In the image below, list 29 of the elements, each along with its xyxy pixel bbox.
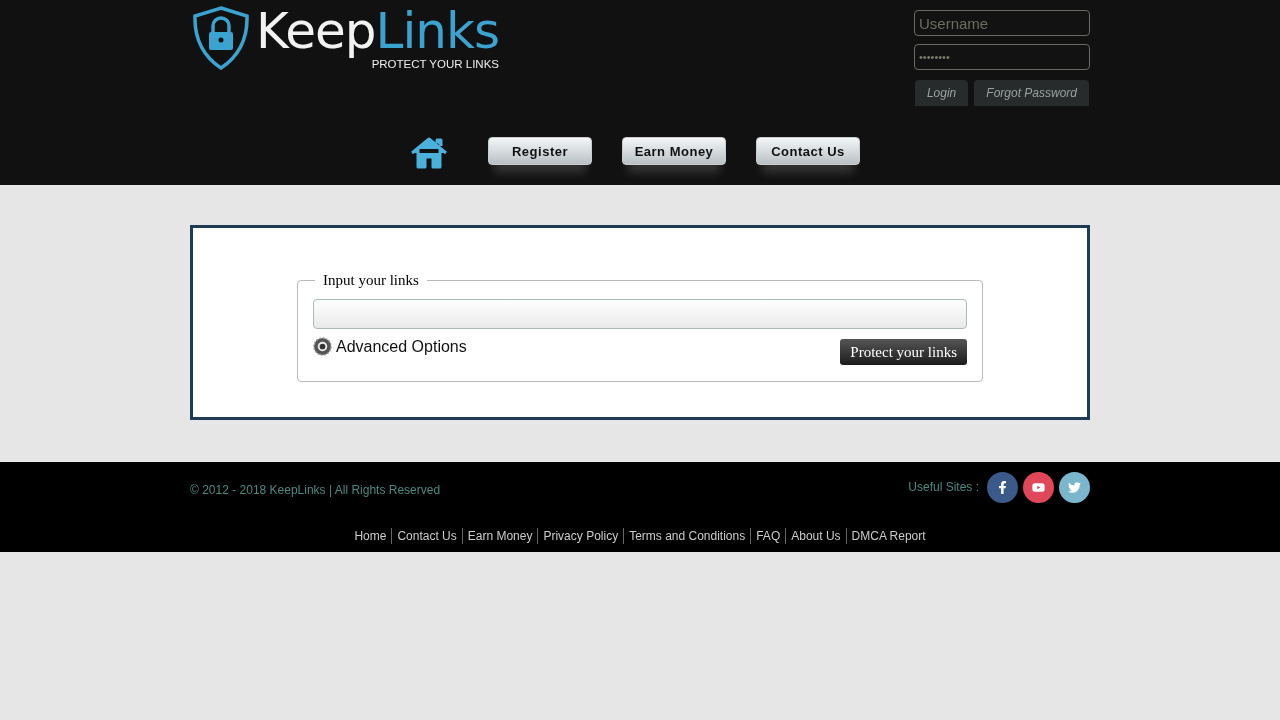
nav-button[interactable]: Register xyxy=(488,137,592,165)
footer-link[interactable]: Privacy Policy xyxy=(537,528,624,544)
useful-sites-label: Useful Sites : xyxy=(908,480,979,494)
footer-link[interactable]: Earn Money xyxy=(461,528,538,544)
footer-link[interactable]: About Us xyxy=(785,528,846,544)
links-input-field[interactable] xyxy=(313,299,967,329)
protect-links-button[interactable]: Protect your links xyxy=(840,339,967,365)
username-field[interactable]: Username xyxy=(914,10,1090,36)
logo-wordmark: KeepLinks xyxy=(256,6,499,56)
twitter-icon[interactable] xyxy=(1059,472,1090,503)
copyright-text: © 2012 - 2018 KeepLinks | All Rights Reserved xyxy=(190,483,441,499)
form-legend: Input your links xyxy=(315,272,427,289)
advanced-options-link[interactable]: Advanced Options xyxy=(313,337,467,356)
nav-button[interactable]: Earn Money xyxy=(622,137,726,165)
gear-icon xyxy=(313,337,332,356)
footer-link[interactable]: FAQ xyxy=(750,528,786,544)
footer-link[interactable]: Terms and Conditions xyxy=(623,528,751,544)
youtube-icon[interactable] xyxy=(1023,472,1054,503)
footer-link[interactable]: Home xyxy=(349,528,392,544)
footer-link[interactable]: Contact Us xyxy=(391,528,462,544)
footer-link[interactable]: DMCA Report xyxy=(845,528,931,544)
home-icon[interactable] xyxy=(410,137,448,169)
shield-lock-icon xyxy=(192,6,250,70)
facebook-icon[interactable] xyxy=(987,472,1018,503)
logo-tagline: PROTECT YOUR LINKS xyxy=(371,58,499,70)
forgot-password-button[interactable]: Forgot Password xyxy=(974,80,1089,106)
nav-button[interactable]: Contact Us xyxy=(756,137,860,165)
password-field[interactable]: •••••••• xyxy=(914,44,1090,70)
login-button[interactable]: Login xyxy=(914,80,969,106)
